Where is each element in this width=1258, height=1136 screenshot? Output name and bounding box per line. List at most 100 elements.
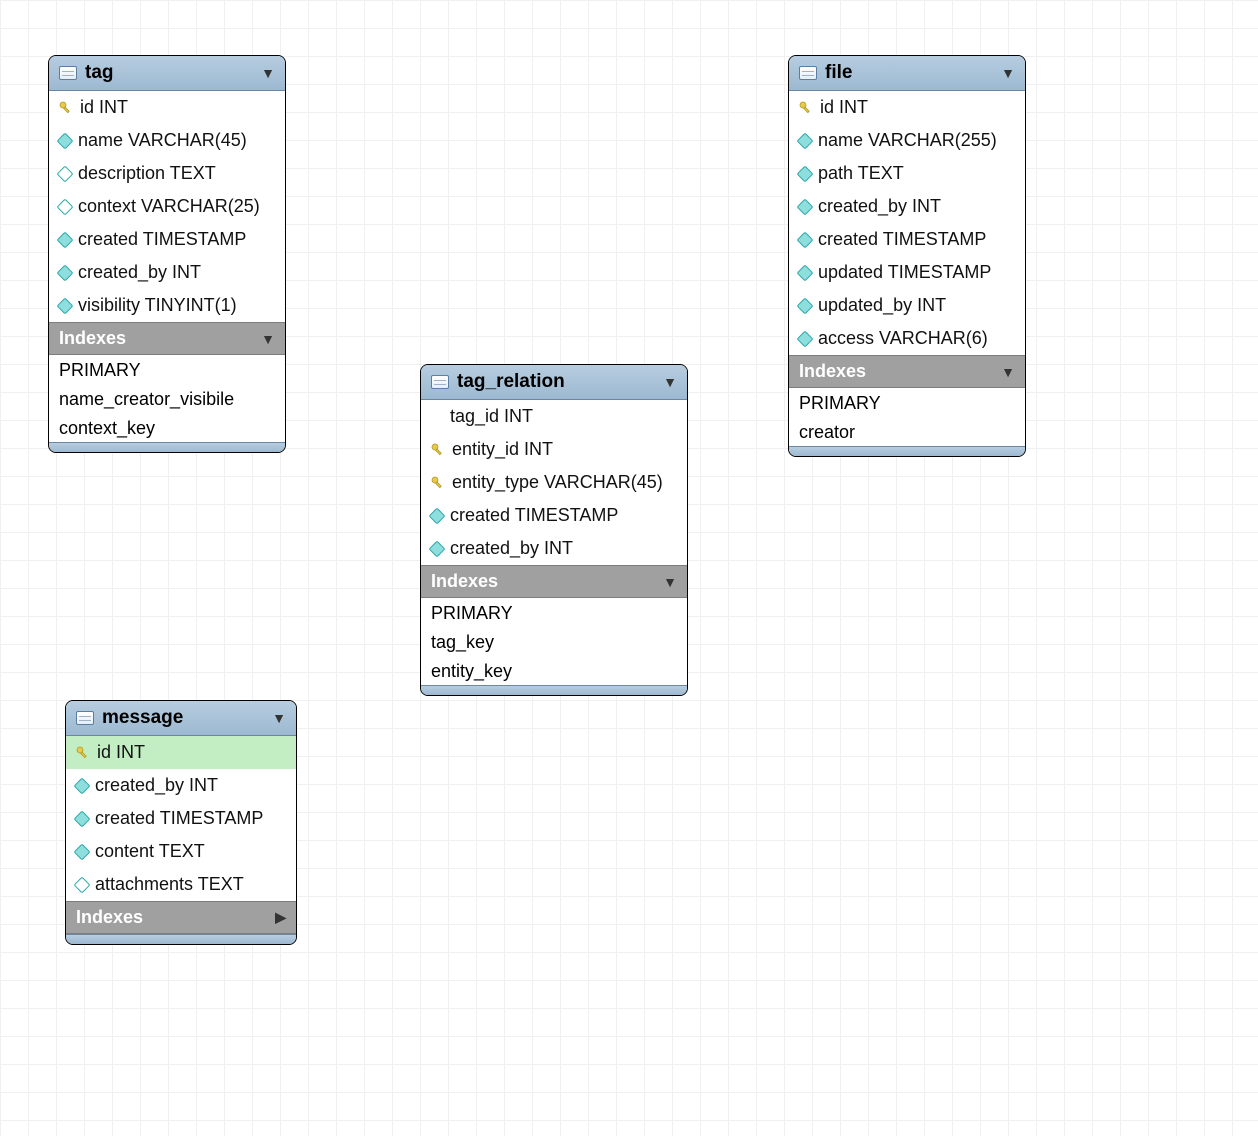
entity-message[interactable]: message▼ id INT created_by INT created TIME… <box>65 700 297 945</box>
column-filled-icon <box>797 198 814 215</box>
chevron-down-icon[interactable]: ▼ <box>1001 364 1015 380</box>
column-label: created TIMESTAMP <box>450 505 618 526</box>
column-label: access VARCHAR(6) <box>818 328 988 349</box>
chevron-down-icon[interactable]: ▼ <box>663 374 677 390</box>
indexes-header[interactable]: Indexes▼ <box>789 355 1025 388</box>
index-item[interactable]: name_creator_visibile <box>49 384 285 413</box>
index-item[interactable]: context_key <box>49 413 285 442</box>
column-label: created_by INT <box>450 538 573 559</box>
column-filled-icon <box>797 297 814 314</box>
column-row[interactable]: path TEXT <box>789 157 1025 190</box>
entity-header[interactable]: file▼ <box>789 56 1025 91</box>
column-row[interactable]: tag_id INT <box>421 400 687 433</box>
column-row[interactable]: updated TIMESTAMP <box>789 256 1025 289</box>
indexes-label: Indexes <box>76 907 275 928</box>
primary-key-icon <box>431 443 445 457</box>
column-row[interactable]: id INT <box>49 91 285 124</box>
column-label: entity_type VARCHAR(45) <box>452 472 663 493</box>
column-row[interactable]: created TIMESTAMP <box>49 223 285 256</box>
column-row[interactable]: visibility TINYINT(1) <box>49 289 285 322</box>
column-row[interactable]: updated_by INT <box>789 289 1025 322</box>
column-label: created_by INT <box>95 775 218 796</box>
indexes-header[interactable]: Indexes▶ <box>66 901 296 934</box>
column-label: created TIMESTAMP <box>818 229 986 250</box>
index-item[interactable]: tag_key <box>421 627 687 656</box>
column-row[interactable]: created_by INT <box>66 769 296 802</box>
indexes-header[interactable]: Indexes▼ <box>49 322 285 355</box>
column-label: visibility TINYINT(1) <box>78 295 237 316</box>
indexes-label: Indexes <box>431 571 663 592</box>
column-filled-icon <box>797 132 814 149</box>
column-filled-icon <box>797 231 814 248</box>
entity-footer <box>789 446 1025 456</box>
column-label: updated TIMESTAMP <box>818 262 991 283</box>
column-row[interactable]: attachments TEXT <box>66 868 296 901</box>
column-label: created_by INT <box>818 196 941 217</box>
column-row[interactable]: id INT <box>66 736 296 769</box>
chevron-down-icon[interactable]: ▼ <box>261 65 275 81</box>
column-row[interactable]: entity_id INT <box>421 433 687 466</box>
column-filled-icon <box>57 297 74 314</box>
column-label: description TEXT <box>78 163 216 184</box>
entity-file[interactable]: file▼id INT name VARCHAR(255) path TEXT cre… <box>788 55 1026 457</box>
table-icon <box>59 66 77 80</box>
entity-tag[interactable]: tag ▼ id INTname VARCHAR(45) description TE… <box>48 55 286 453</box>
table-icon <box>76 711 94 725</box>
column-label: id INT <box>97 742 145 763</box>
entity-header[interactable]: tag_relation ▼ <box>421 365 687 400</box>
chevron-right-icon[interactable]: ▶ <box>275 909 286 926</box>
chevron-down-icon[interactable]: ▼ <box>261 331 275 347</box>
column-row[interactable]: created TIMESTAMP <box>66 802 296 835</box>
column-row[interactable]: name VARCHAR(255) <box>789 124 1025 157</box>
primary-key-icon <box>76 746 90 760</box>
column-row[interactable]: created_by INT <box>49 256 285 289</box>
column-label: created_by INT <box>78 262 201 283</box>
index-item[interactable]: PRIMARY <box>421 598 687 627</box>
column-label: entity_id INT <box>452 439 553 460</box>
column-row[interactable]: description TEXT <box>49 157 285 190</box>
column-label: tag_id INT <box>450 406 533 427</box>
table-icon <box>431 375 449 389</box>
indexes-header[interactable]: Indexes▼ <box>421 565 687 598</box>
column-row[interactable]: content TEXT <box>66 835 296 868</box>
columns-list: id INTname VARCHAR(45) description TEXT co… <box>49 91 285 322</box>
column-filled-icon <box>57 132 74 149</box>
entity-header[interactable]: tag ▼ <box>49 56 285 91</box>
column-row[interactable]: id INT <box>789 91 1025 124</box>
columns-list: tag_id INT entity_id INT entity_type VARCH… <box>421 400 687 565</box>
column-row[interactable]: name VARCHAR(45) <box>49 124 285 157</box>
column-filled-icon <box>429 507 446 524</box>
index-item[interactable]: PRIMARY <box>789 388 1025 417</box>
column-label: name VARCHAR(255) <box>818 130 997 151</box>
primary-key-icon <box>59 101 73 115</box>
entity-title: tag_relation <box>457 371 655 393</box>
column-label: created TIMESTAMP <box>95 808 263 829</box>
index-item[interactable]: PRIMARY <box>49 355 285 384</box>
entity-title: tag <box>85 62 253 84</box>
primary-key-icon <box>431 476 445 490</box>
column-row[interactable]: created_by INT <box>421 532 687 565</box>
column-blank-icon <box>431 411 443 423</box>
table-icon <box>799 66 817 80</box>
index-item[interactable]: entity_key <box>421 656 687 685</box>
column-row[interactable]: created_by INT <box>789 190 1025 223</box>
column-row[interactable]: created TIMESTAMP <box>421 499 687 532</box>
diagram-canvas[interactable]: tag▼id INTname VARCHAR(45)description TE… <box>0 0 1258 1136</box>
column-label: attachments TEXT <box>95 874 244 895</box>
column-row[interactable]: access VARCHAR(6) <box>789 322 1025 355</box>
column-row[interactable]: created TIMESTAMP <box>789 223 1025 256</box>
column-filled-icon <box>797 264 814 281</box>
column-filled-icon <box>74 777 91 794</box>
chevron-down-icon[interactable]: ▼ <box>663 574 677 590</box>
column-hollow-icon <box>57 165 74 182</box>
entity-tag_relation[interactable]: tag_relation ▼ tag_id INT entity_id INT enti… <box>420 364 688 696</box>
column-row[interactable]: entity_type VARCHAR(45) <box>421 466 687 499</box>
chevron-down-icon[interactable]: ▼ <box>1001 65 1015 81</box>
chevron-down-icon[interactable]: ▼ <box>272 710 286 726</box>
column-row[interactable]: context VARCHAR(25) <box>49 190 285 223</box>
column-label: context VARCHAR(25) <box>78 196 260 217</box>
column-filled-icon <box>57 264 74 281</box>
primary-key-icon <box>799 101 813 115</box>
entity-header[interactable]: message▼ <box>66 701 296 736</box>
index-item[interactable]: creator <box>789 417 1025 446</box>
